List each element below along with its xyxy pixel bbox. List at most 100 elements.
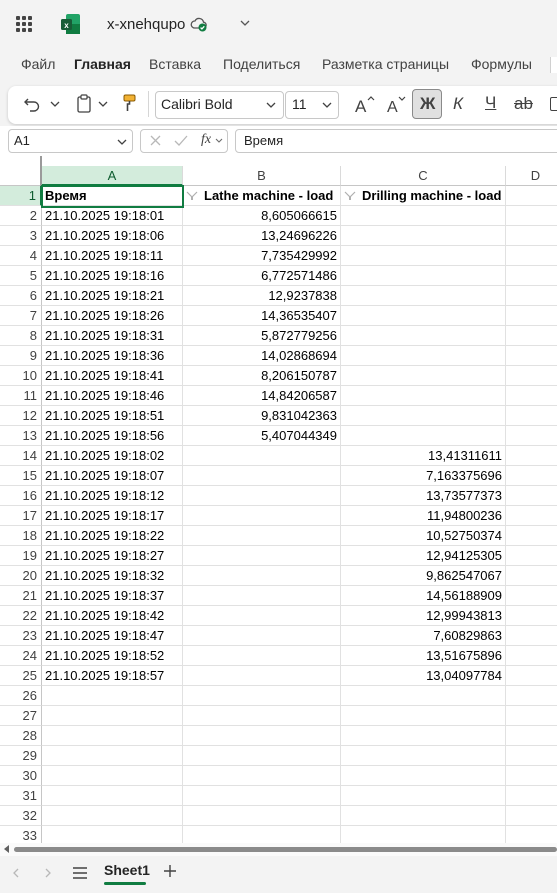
cell-c[interactable]: 7,163375696 (341, 466, 506, 486)
select-all-corner[interactable] (0, 166, 42, 186)
cell-a[interactable] (42, 826, 183, 843)
cell-b[interactable] (183, 466, 341, 486)
row-header[interactable]: 23 (0, 626, 42, 646)
cell-d[interactable] (506, 586, 557, 606)
cell-c[interactable] (341, 686, 506, 706)
cell-a[interactable] (42, 806, 183, 826)
cell-a[interactable]: 21.10.2025 19:18:07 (42, 466, 183, 486)
cell-d[interactable] (506, 486, 557, 506)
cell-c[interactable] (341, 346, 506, 366)
cell-d[interactable] (506, 686, 557, 706)
cell-d[interactable] (506, 606, 557, 626)
cell-c[interactable]: 12,94125305 (341, 546, 506, 566)
cell-c[interactable] (341, 726, 506, 746)
cell-b[interactable] (183, 686, 341, 706)
cell-c[interactable] (341, 746, 506, 766)
cell-a[interactable] (42, 786, 183, 806)
cell-d[interactable] (506, 326, 557, 346)
cancel-icon[interactable] (149, 134, 162, 147)
cell-d[interactable] (506, 406, 557, 426)
name-box[interactable]: A1 (8, 129, 133, 153)
cell-a[interactable]: 21.10.2025 19:18:22 (42, 526, 183, 546)
cell-d[interactable] (506, 386, 557, 406)
row-header[interactable]: 30 (0, 766, 42, 786)
cell-d[interactable] (506, 306, 557, 326)
cell-c[interactable] (341, 806, 506, 826)
scrollbar-thumb[interactable] (14, 847, 557, 852)
row-header[interactable]: 6 (0, 286, 42, 306)
cell-c[interactable] (341, 306, 506, 326)
cell-d[interactable] (506, 666, 557, 686)
cell-c[interactable] (341, 786, 506, 806)
row-header[interactable]: 22 (0, 606, 42, 626)
cell-c[interactable]: 14,56188909 (341, 586, 506, 606)
cell-d[interactable] (506, 746, 557, 766)
cell-a[interactable]: 21.10.2025 19:18:01 (42, 206, 183, 226)
cell-b[interactable] (183, 446, 341, 466)
cell-a[interactable]: 21.10.2025 19:18:51 (42, 406, 183, 426)
row-header[interactable]: 13 (0, 426, 42, 446)
cell-d[interactable] (506, 506, 557, 526)
prev-sheet-icon[interactable] (10, 867, 22, 879)
scroll-left-arrow-icon[interactable] (4, 845, 9, 853)
tab-formulas[interactable]: Формулы (471, 56, 532, 72)
enter-icon[interactable] (174, 134, 188, 147)
cell-d[interactable] (506, 346, 557, 366)
cell-c[interactable] (341, 246, 506, 266)
spreadsheet-grid[interactable]: A B C D 1 Время Lathe machine - load Dri… (0, 156, 557, 843)
cell-c[interactable] (341, 766, 506, 786)
tab-home[interactable]: Главная (74, 56, 131, 72)
cell-c[interactable]: 7,60829863 (341, 626, 506, 646)
cell-b[interactable] (183, 586, 341, 606)
row-header[interactable]: 15 (0, 466, 42, 486)
cell-a1[interactable]: Время (42, 186, 183, 206)
cell-d[interactable] (506, 246, 557, 266)
row-header[interactable]: 9 (0, 346, 42, 366)
cell-c[interactable]: 13,41311611 (341, 446, 506, 466)
row-header[interactable]: 19 (0, 546, 42, 566)
cell-c[interactable] (341, 706, 506, 726)
row-header[interactable]: 32 (0, 806, 42, 826)
cell-b[interactable] (183, 646, 341, 666)
row-header[interactable]: 8 (0, 326, 42, 346)
row-header[interactable]: 33 (0, 826, 42, 843)
font-size-select[interactable]: 11 (285, 91, 339, 119)
cell-b1[interactable]: Lathe machine - load (183, 186, 341, 206)
row-header[interactable]: 25 (0, 666, 42, 686)
insert-function-button[interactable]: fx (201, 132, 211, 148)
cell-b[interactable] (183, 566, 341, 586)
row-header[interactable]: 17 (0, 506, 42, 526)
sheet-list-icon[interactable] (72, 866, 88, 880)
cell-b[interactable]: 13,24696226 (183, 226, 341, 246)
cell-b[interactable]: 6,772571486 (183, 266, 341, 286)
cell-c[interactable] (341, 386, 506, 406)
cell-c[interactable] (341, 226, 506, 246)
cell-d[interactable] (506, 366, 557, 386)
cell-c[interactable]: 10,52750374 (341, 526, 506, 546)
sheet-tab-sheet1[interactable]: Sheet1 (104, 862, 150, 878)
tab-insert[interactable]: Вставка (149, 56, 201, 72)
cell-d[interactable] (506, 726, 557, 746)
cell-b[interactable]: 12,9237838 (183, 286, 341, 306)
cell-b[interactable]: 5,407044349 (183, 426, 341, 446)
cell-a[interactable]: 21.10.2025 19:18:32 (42, 566, 183, 586)
grow-font-icon[interactable]: A (354, 94, 376, 114)
cell-a[interactable]: 21.10.2025 19:18:17 (42, 506, 183, 526)
cell-a[interactable]: 21.10.2025 19:18:11 (42, 246, 183, 266)
cell-a[interactable]: 21.10.2025 19:18:12 (42, 486, 183, 506)
cell-b[interactable] (183, 666, 341, 686)
cell-c[interactable]: 13,51675896 (341, 646, 506, 666)
cell-c[interactable] (341, 206, 506, 226)
app-launcher-icon[interactable] (16, 16, 32, 32)
cell-c[interactable]: 13,73577373 (341, 486, 506, 506)
strikethrough-button[interactable]: ab (508, 89, 538, 119)
cell-c[interactable]: 11,94800236 (341, 506, 506, 526)
cell-c[interactable]: 9,862547067 (341, 566, 506, 586)
cell-c1[interactable]: Drilling machine - load (341, 186, 506, 206)
column-header-b[interactable]: B (183, 166, 341, 186)
cell-a[interactable]: 21.10.2025 19:18:46 (42, 386, 183, 406)
row-header[interactable]: 2 (0, 206, 42, 226)
cell-b[interactable]: 7,735429992 (183, 246, 341, 266)
bold-button[interactable]: Ж (412, 89, 442, 119)
cell-c[interactable] (341, 266, 506, 286)
